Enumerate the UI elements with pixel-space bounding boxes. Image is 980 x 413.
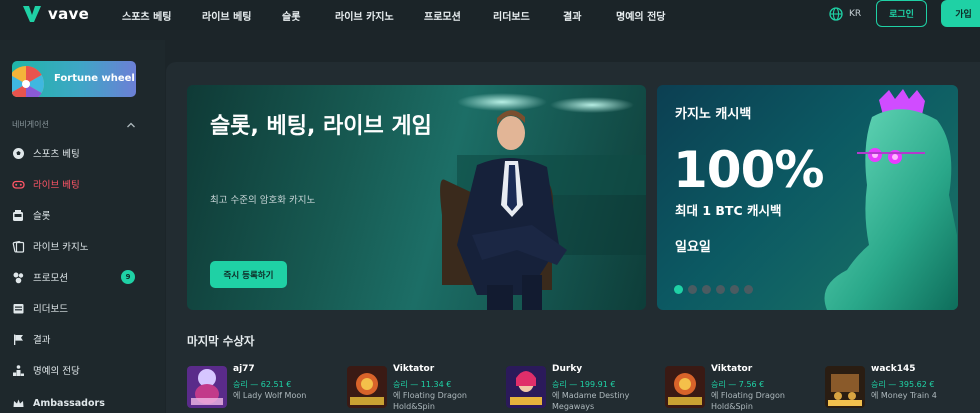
carousel-dot[interactable] [702,285,711,294]
hero-title: 슬롯, 베팅, 라이브 게임 [210,114,432,139]
promo-day: 일요일 [675,240,711,255]
logo-text: vave [48,5,90,23]
nav-results[interactable]: 결과 [563,8,581,23]
register-now-button[interactable]: 즉시 등록하기 [210,261,287,288]
sidebar-item-label: 명예의 전당 [33,366,80,377]
cards-icon [12,240,25,253]
winner-card[interactable]: Viktator 승리 — 7.56 € 에 Floating Dragon H… [665,364,815,411]
chevron-up-icon [127,122,135,127]
promo-percentage: 100% [673,141,824,199]
fortune-wheel-label: Fortune wheel [54,73,135,84]
lady-wolf-moon-thumb [187,366,227,408]
game-thumbnail [187,366,227,408]
join-button[interactable]: 가입 [941,0,980,27]
promotions-count-badge: 9 [121,270,135,284]
carousel-dot[interactable] [716,285,725,294]
flag-icon [14,334,23,345]
fortune-wheel-button[interactable]: Fortune wheel [12,61,136,97]
fortune-wheel-icon [12,66,45,97]
sidebar-item-slots[interactable]: 슬롯 [12,206,142,224]
sidebar-item-results[interactable]: 결과 [12,330,142,348]
sidebar-item-label: 스포츠 베팅 [33,149,80,160]
carousel-dot[interactable] [674,285,683,294]
globe-icon [829,7,843,21]
nav-sports-betting[interactable]: 스포츠 베팅 [122,8,171,23]
nav-live-casino[interactable]: 라이브 카지노 [335,8,394,23]
game-thumbnail [347,366,387,408]
sidebar-item-sports-betting[interactable]: 스포츠 베팅 [12,144,142,162]
sidebar-item-label: 결과 [33,335,51,346]
floating-dragon-thumb [665,366,705,408]
navigation-heading[interactable]: 네비게이션 [12,119,136,130]
floating-dragon-thumb [347,366,387,408]
logo[interactable]: vave [22,4,89,24]
winner-card[interactable]: aj77 승리 — 62.51 € 에 Lady Wolf Moon [187,364,337,409]
carousel-dot[interactable] [744,285,753,294]
vave-logo-icon [23,6,41,22]
last-winners-title: 마지막 수상자 [187,334,255,348]
navigation-heading-label: 네비게이션 [12,120,49,129]
winner-name: Viktator [393,364,435,374]
hero-subtitle: 최고 수준의 암호화 카지노 [210,195,316,206]
language-code: KR [849,9,862,19]
nav-live-betting[interactable]: 라이브 베팅 [202,8,251,23]
slot-machine-icon [13,209,23,221]
sidebar-item-hall-of-fame[interactable]: 명예의 전당 [12,361,142,379]
sidebar: Fortune wheel 네비게이션 스포츠 베팅 라이브 베팅 슬롯 라이브… [0,40,165,413]
leaderboard-icon [13,303,24,313]
soccer-ball-icon [13,147,24,159]
winner-card[interactable]: Viktator 승리 — 11.34 € 에 Floating Dragon … [347,364,497,411]
nav-promotions[interactable]: 프로모션 [424,8,461,23]
winner-name: aj77 [233,364,255,374]
winner-game: 에 Money Train 4 [871,391,937,400]
sidebar-item-live-betting[interactable]: 라이브 베팅 [12,175,142,193]
login-button[interactable]: 로그인 [876,0,927,27]
nav-hall-of-fame[interactable]: 명예의 전당 [616,8,665,23]
sidebar-item-label: 슬롯 [33,211,51,222]
sidebar-item-label: 라이브 베팅 [33,180,80,191]
crown-icon [13,399,24,407]
winner-amount: 승리 — 395.62 € [871,380,935,389]
winner-game: 에 Madame Destiny Megaways [552,391,630,411]
sidebar-item-label: 라이브 카지노 [33,242,89,253]
sidebar-item-promotions[interactable]: 프로모션 9 [12,268,142,286]
winner-name: Viktator [711,364,753,374]
winner-game: 에 Lady Wolf Moon [233,391,307,400]
game-thumbnail [665,366,705,408]
carousel-dots [674,285,753,294]
winner-name: Durky [552,364,583,374]
winner-card[interactable]: Durky 승리 — 199.91 € 에 Madame Destiny Meg… [506,364,656,411]
winner-card[interactable]: wack145 승리 — 395.62 € 에 Money Train 4 [825,364,975,409]
winner-amount: 승리 — 199.91 € [552,380,616,389]
money-train-thumb [825,366,865,408]
top-bar: vave 스포츠 베팅 라이브 베팅 슬롯 라이브 카지노 프로모션 리더보드 … [0,0,980,30]
gift-icon [13,272,24,283]
game-thumbnail [825,366,865,408]
sidebar-item-leaderboard[interactable]: 리더보드 [12,299,142,317]
madame-destiny-thumb [506,366,546,408]
gamepad-icon [12,180,25,189]
nav-leaderboard[interactable]: 리더보드 [493,8,530,23]
winner-game: 에 Floating Dragon Hold&Spin [393,391,467,411]
podium-icon [13,364,24,376]
carousel-dot[interactable] [688,285,697,294]
sidebar-item-live-casino[interactable]: 라이브 카지노 [12,237,142,255]
sidebar-item-label: 프로모션 [33,273,68,284]
carousel-dot[interactable] [730,285,739,294]
nav-slots[interactable]: 슬롯 [282,8,300,23]
winner-amount: 승리 — 62.51 € [233,380,292,389]
game-thumbnail [506,366,546,408]
sidebar-item-label: Ambassadors [33,397,105,409]
winner-name: wack145 [871,364,916,374]
sidebar-item-ambassadors[interactable]: Ambassadors [12,394,142,412]
winner-game: 에 Floating Dragon Hold&Spin [711,391,785,411]
promo-max-cashback: 최대 1 BTC 캐시백 [675,203,782,218]
sidebar-item-label: 리더보드 [33,304,68,315]
language-selector[interactable]: KR [829,7,861,21]
promo-tag: 카지노 캐시백 [675,107,752,122]
winner-amount: 승리 — 11.34 € [393,380,452,389]
winner-amount: 승리 — 7.56 € [711,380,765,389]
